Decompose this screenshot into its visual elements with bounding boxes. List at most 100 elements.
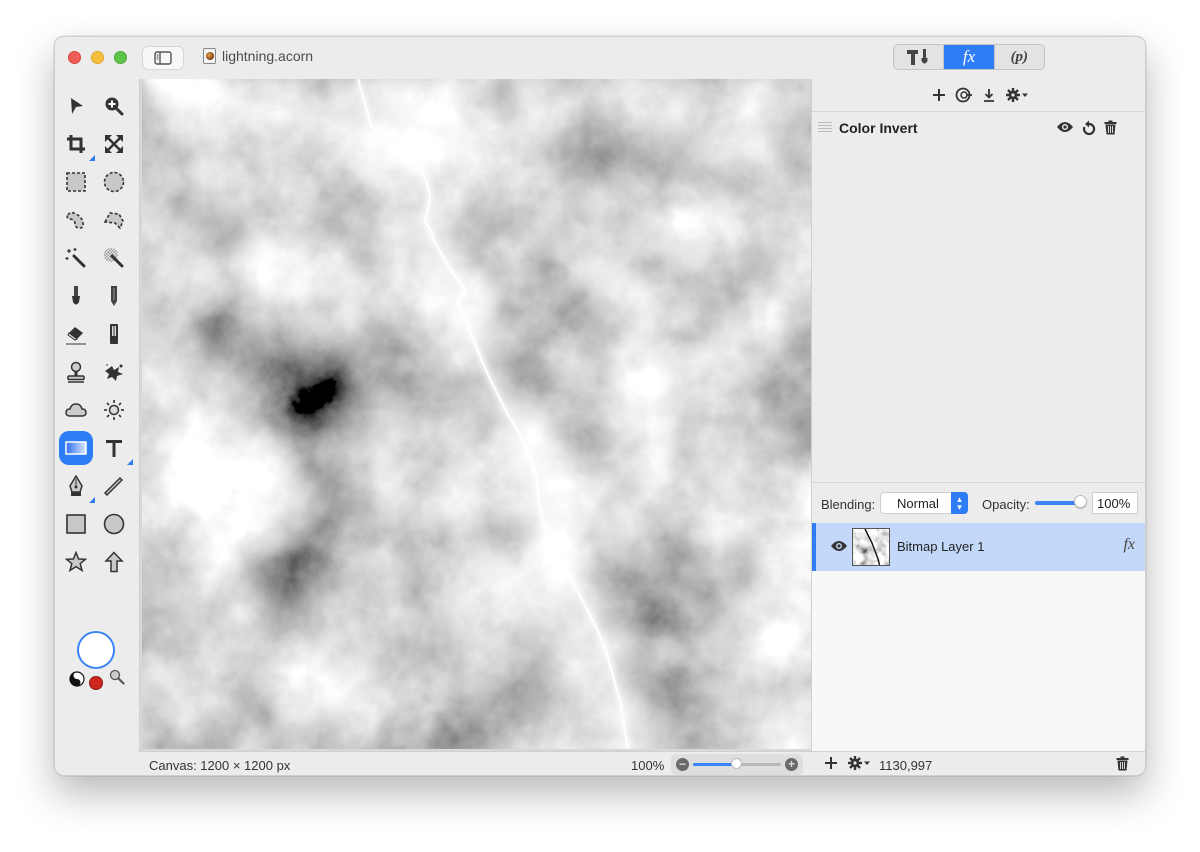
filter-list: Color Invert bbox=[812, 112, 1145, 482]
reset-icon[interactable] bbox=[1082, 120, 1096, 136]
tool-smudge[interactable] bbox=[97, 355, 131, 389]
tool-brush[interactable] bbox=[59, 279, 93, 313]
eye-icon[interactable] bbox=[1056, 120, 1074, 134]
color-picker-loupe-icon[interactable] bbox=[109, 669, 125, 685]
swap-colors-icon[interactable] bbox=[69, 671, 85, 687]
text-icon bbox=[106, 440, 122, 457]
download-filter-button[interactable] bbox=[981, 87, 997, 103]
status-bar: Canvas: 1200 × 1200 px 100% − + 1130,997 bbox=[139, 751, 1145, 775]
opacity-input[interactable]: 100% bbox=[1092, 492, 1138, 514]
tool-eraser[interactable] bbox=[59, 317, 93, 351]
document-title: lightning.acorn bbox=[203, 48, 313, 64]
layer-visibility-eye-icon[interactable] bbox=[830, 539, 848, 553]
ellipse-marquee-icon bbox=[103, 171, 125, 193]
pencil-icon bbox=[111, 286, 117, 306]
tool-select-arrow[interactable] bbox=[59, 89, 93, 123]
tool-polygon-lasso[interactable] bbox=[97, 203, 131, 237]
opacity-slider-knob[interactable] bbox=[1074, 495, 1087, 508]
add-layer-button[interactable] bbox=[823, 755, 839, 774]
filter-preset-icon bbox=[955, 87, 972, 103]
zoom-out-button[interactable]: − bbox=[676, 758, 689, 771]
canvas-image[interactable] bbox=[142, 79, 812, 749]
tool-arrow-shape[interactable] bbox=[97, 545, 131, 579]
tool-line[interactable] bbox=[97, 469, 131, 503]
zoom-in-button[interactable]: + bbox=[785, 758, 798, 771]
download-icon bbox=[983, 89, 994, 102]
layers-list: Bitmap Layer 1 fx bbox=[812, 523, 1145, 751]
tab-tools[interactable] bbox=[894, 45, 943, 69]
document-title-text: lightning.acorn bbox=[222, 48, 314, 64]
zoom-slider-knob[interactable] bbox=[731, 758, 742, 769]
tool-dodge[interactable] bbox=[97, 393, 131, 427]
fill-color-well[interactable] bbox=[77, 631, 115, 669]
lasso-icon bbox=[66, 211, 84, 229]
layer-row[interactable]: Bitmap Layer 1 fx bbox=[812, 523, 1145, 571]
cloud-icon bbox=[65, 403, 87, 417]
title-bar: lightning.acorn fx (p) bbox=[55, 37, 1145, 79]
sidebar-toggle-button[interactable] bbox=[142, 46, 184, 70]
minimize-button[interactable] bbox=[91, 51, 104, 64]
tab-properties[interactable]: (p) bbox=[993, 45, 1044, 69]
zoom-button[interactable] bbox=[114, 51, 127, 64]
line-icon bbox=[103, 476, 124, 497]
polygon-lasso-icon bbox=[103, 212, 124, 230]
filter-settings-button[interactable] bbox=[1005, 87, 1029, 103]
select-stepper-icon: ▴ ▾ bbox=[951, 492, 968, 514]
close-button[interactable] bbox=[68, 51, 81, 64]
tool-star[interactable] bbox=[59, 545, 93, 579]
plus-icon bbox=[825, 757, 837, 769]
tool-zoom[interactable] bbox=[97, 89, 131, 123]
tool-instant-alpha[interactable] bbox=[97, 241, 131, 275]
stamp-icon bbox=[67, 361, 85, 383]
tool-ellipse-select[interactable] bbox=[97, 165, 131, 199]
tool-rectangle[interactable] bbox=[59, 507, 93, 541]
magic-wand-icon bbox=[65, 248, 86, 268]
filter-preset-button[interactable] bbox=[955, 87, 973, 103]
tool-text[interactable] bbox=[97, 431, 133, 465]
eraser-icon bbox=[66, 327, 86, 345]
tool-oval[interactable] bbox=[97, 507, 131, 541]
stroke-color-well[interactable] bbox=[89, 676, 103, 690]
tool-lasso[interactable] bbox=[59, 203, 93, 237]
bucket-icon bbox=[110, 324, 118, 344]
up-arrow-icon bbox=[104, 551, 124, 573]
rect-marquee-icon bbox=[66, 172, 86, 192]
trash-icon[interactable] bbox=[1104, 120, 1117, 135]
tool-pencil[interactable] bbox=[97, 279, 131, 313]
tool-magic-wand[interactable] bbox=[59, 241, 93, 275]
tool-burn[interactable] bbox=[59, 393, 93, 427]
submenu-indicator bbox=[89, 497, 95, 503]
filter-name: Color Invert bbox=[839, 120, 918, 136]
tool-rect-select[interactable] bbox=[59, 165, 93, 199]
tool-gradient[interactable] bbox=[59, 431, 93, 465]
submenu-indicator bbox=[127, 459, 133, 465]
zoom-in-icon bbox=[105, 97, 124, 116]
tool-transform[interactable] bbox=[97, 127, 131, 161]
tool-paint-bucket[interactable] bbox=[97, 317, 131, 351]
tool-clone[interactable] bbox=[59, 355, 93, 389]
submenu-indicator bbox=[89, 155, 95, 161]
brush-icon bbox=[72, 286, 80, 305]
inspector-panel: Color Invert Blending: Normal ▴ ▾ Opacity… bbox=[811, 79, 1145, 751]
drag-handle-icon[interactable] bbox=[818, 122, 832, 133]
circle-icon bbox=[103, 513, 125, 535]
add-filter-button[interactable] bbox=[931, 87, 947, 103]
layer-fx-badge[interactable]: fx bbox=[1123, 536, 1135, 554]
canvas-scroll-area[interactable] bbox=[139, 79, 812, 751]
sun-icon bbox=[104, 400, 124, 420]
tool-crop[interactable] bbox=[59, 127, 95, 161]
crop-icon bbox=[67, 135, 85, 153]
tool-bezier[interactable] bbox=[59, 469, 95, 503]
chevron-down-icon bbox=[1021, 93, 1028, 97]
filter-item[interactable]: Color Invert bbox=[812, 112, 1145, 144]
layer-settings-button[interactable] bbox=[847, 755, 871, 771]
tool-palette bbox=[55, 79, 139, 751]
tab-effects[interactable]: fx bbox=[943, 45, 994, 69]
gradient-icon bbox=[65, 441, 87, 455]
instant-alpha-icon bbox=[104, 248, 124, 268]
delete-layer-button[interactable] bbox=[1116, 756, 1129, 774]
blending-mode-select[interactable]: Normal ▴ ▾ bbox=[880, 492, 968, 514]
rectangle-icon bbox=[66, 514, 86, 534]
layer-blend-bar: Blending: Normal ▴ ▾ Opacity: 100% bbox=[812, 482, 1145, 523]
gear-icon bbox=[848, 756, 862, 770]
